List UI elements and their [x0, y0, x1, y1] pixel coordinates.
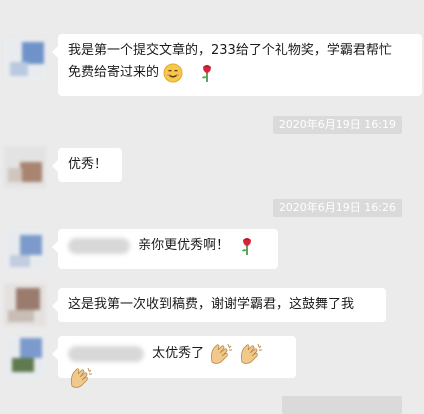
smile-emoji-icon	[163, 63, 183, 83]
avatar[interactable]	[4, 38, 46, 80]
avatar[interactable]	[4, 229, 46, 271]
blurred-mention	[68, 238, 130, 254]
message-bubble[interactable]: 太优秀了	[52, 336, 296, 388]
message-text-line: 我是第一个提交文章的，233给了个礼物奖，学霸君帮忙	[68, 43, 392, 58]
rose-icon	[242, 238, 252, 255]
message-bubble[interactable]: 我是第一个提交文章的，233给了个礼物奖，学霸君帮忙 免费给寄过来的	[52, 34, 422, 96]
message-text-line: 免费给寄过来的	[68, 62, 412, 85]
clapping-hands-icon	[241, 343, 263, 364]
message-text: 亲你更优秀啊！	[138, 238, 230, 253]
message-text: 太优秀了	[152, 346, 205, 361]
rose-icon	[202, 65, 212, 82]
message-text: 这是我第一次收到稿费，谢谢学霸君，这鼓舞了我	[68, 297, 355, 312]
blurred-mention	[68, 346, 144, 362]
avatar[interactable]	[4, 284, 46, 326]
message-bubble[interactable]: 亲你更优秀啊！	[52, 229, 278, 269]
timestamp: 2020年6月19日 16:26	[272, 199, 402, 217]
message-text: 优秀！	[68, 157, 108, 172]
clapping-hands-icon	[211, 343, 233, 364]
avatar[interactable]	[4, 336, 46, 378]
clapping-hands-icon	[70, 367, 92, 388]
message-bubble[interactable]: 这是我第一次收到稿费，谢谢学霸君，这鼓舞了我	[52, 288, 386, 322]
message-text: 免费给寄过来的	[68, 65, 160, 80]
avatar[interactable]	[4, 146, 46, 188]
timestamp: 2020年6月19日 16:19	[272, 116, 402, 134]
timestamp-partial	[282, 396, 402, 414]
message-bubble[interactable]: 优秀！	[52, 148, 122, 182]
